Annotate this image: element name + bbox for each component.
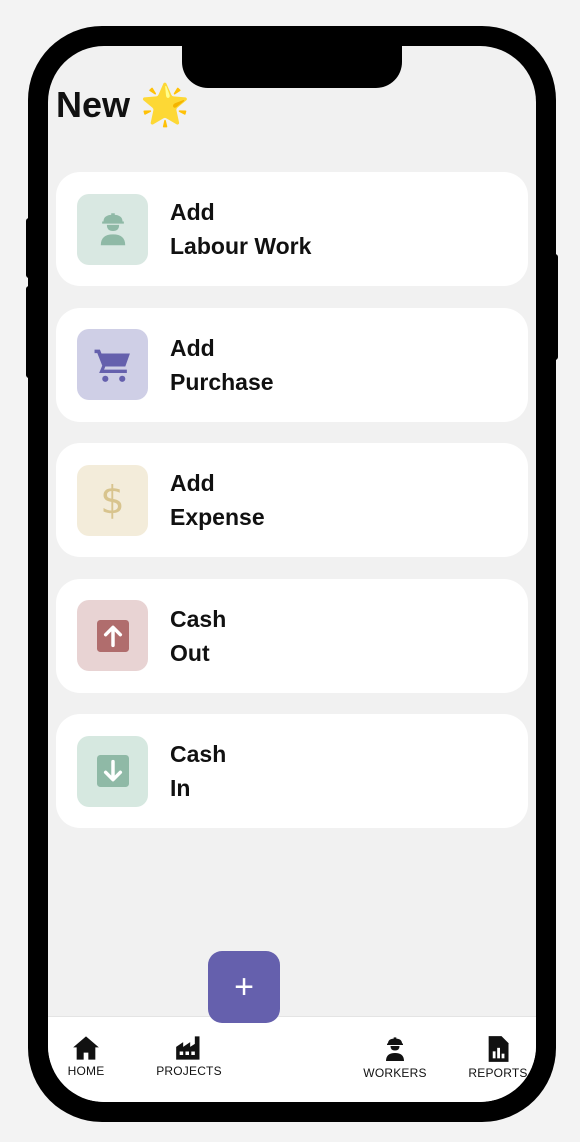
screen: New 🌟 Add Labour Work Add Purchase $ Add… bbox=[48, 46, 536, 1102]
cart-icon bbox=[94, 349, 130, 382]
card-label: Add Labour Work bbox=[170, 195, 311, 263]
card-label-line1: Add bbox=[170, 199, 215, 225]
home-icon bbox=[73, 1036, 99, 1060]
arrow-up-box-icon bbox=[96, 619, 129, 652]
add-purchase-card[interactable]: Add Purchase bbox=[56, 307, 528, 422]
card-label: Add Expense bbox=[170, 466, 265, 534]
report-icon bbox=[488, 1036, 509, 1062]
nav-reports-label: REPORTS bbox=[468, 1066, 528, 1080]
card-label-line1: Add bbox=[170, 334, 215, 361]
star-emoji: 🌟 bbox=[140, 83, 190, 127]
card-label: Add Purchase bbox=[170, 331, 274, 399]
expense-icon-tile: $ bbox=[77, 464, 148, 536]
action-list: Add Labour Work Add Purchase $ Add Expen… bbox=[56, 172, 528, 850]
card-label-line1: Cash bbox=[170, 605, 227, 632]
bottom-nav: HOME PROJECTS WORKERS REPORTS bbox=[48, 1016, 536, 1102]
card-label-line1: Add bbox=[170, 470, 215, 497]
card-label-line2: Labour Work bbox=[170, 233, 312, 259]
card-label-line2: Expense bbox=[170, 504, 265, 531]
nav-workers[interactable]: WORKERS bbox=[355, 1035, 435, 1080]
labour-icon-tile bbox=[77, 193, 148, 265]
dollar-icon: $ bbox=[100, 478, 125, 523]
nav-home[interactable]: HOME bbox=[48, 1035, 126, 1078]
add-fab-button[interactable]: + bbox=[208, 951, 280, 1023]
worker-icon bbox=[100, 213, 125, 246]
cash-out-icon-tile bbox=[77, 600, 148, 672]
nav-workers-label: WORKERS bbox=[363, 1066, 427, 1080]
cash-in-icon-tile bbox=[77, 735, 148, 807]
card-label-line2: In bbox=[170, 775, 191, 802]
arrow-down-box-icon bbox=[96, 755, 129, 788]
page-title-text: New bbox=[56, 84, 131, 125]
nav-projects-label: PROJECTS bbox=[156, 1064, 222, 1078]
nav-reports[interactable]: REPORTS bbox=[458, 1035, 536, 1080]
nav-home-label: HOME bbox=[67, 1064, 105, 1078]
card-label: Cash In bbox=[170, 737, 226, 805]
add-expense-card[interactable]: $ Add Expense bbox=[56, 443, 528, 558]
page-title: New 🌟 bbox=[56, 84, 190, 126]
cash-out-card[interactable]: Cash Out bbox=[56, 578, 528, 693]
add-labour-work-card[interactable]: Add Labour Work bbox=[56, 172, 528, 286]
notch bbox=[182, 40, 402, 88]
nav-projects[interactable]: PROJECTS bbox=[149, 1035, 229, 1078]
plus-icon: + bbox=[234, 967, 254, 1006]
purchase-icon-tile bbox=[77, 329, 148, 401]
card-label-line2: Out bbox=[170, 639, 210, 666]
card-label-line1: Cash bbox=[170, 741, 227, 768]
card-label-line2: Purchase bbox=[170, 368, 274, 395]
worker-icon bbox=[386, 1037, 404, 1061]
card-label: Cash Out bbox=[170, 602, 226, 670]
cash-in-card[interactable]: Cash In bbox=[56, 714, 528, 829]
factory-icon bbox=[176, 1036, 200, 1060]
